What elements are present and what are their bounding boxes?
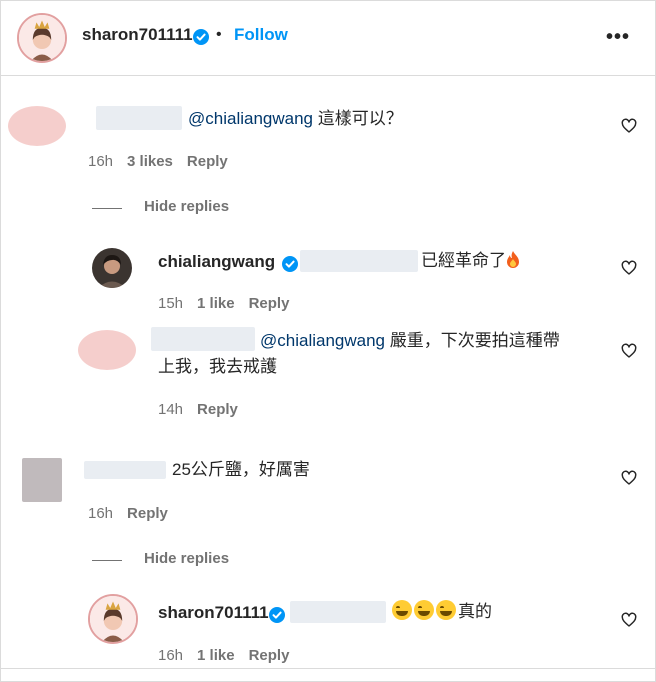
reply-button[interactable]: Reply [249, 295, 290, 312]
verified-badge-icon [282, 256, 298, 272]
redacted-username [151, 327, 255, 351]
comment-meta: 15h 1 like Reply [158, 295, 303, 312]
like-count[interactable]: 3 likes [127, 153, 173, 170]
redacted-text [300, 250, 418, 272]
heart-icon[interactable] [621, 612, 637, 628]
comment-time: 16h [88, 153, 114, 170]
avatar[interactable] [22, 458, 62, 502]
divider [0, 668, 656, 669]
avatar[interactable] [92, 248, 132, 288]
reply-button[interactable]: Reply [197, 401, 238, 418]
comment-text: 已經革命了 [421, 248, 520, 274]
reply-button[interactable]: Reply [187, 153, 228, 170]
comment-time: 14h [158, 401, 184, 418]
grinning-sweat-emoji [392, 600, 412, 620]
divider [92, 560, 122, 561]
reply-button[interactable]: Reply [127, 505, 168, 522]
grinning-sweat-emoji [414, 600, 434, 620]
username[interactable]: sharon701111 [82, 25, 193, 45]
comment-text: 真的 [392, 599, 492, 625]
verified-badge-icon [269, 607, 285, 623]
hide-replies-button[interactable]: Hide replies [144, 550, 229, 567]
comment-meta: 16h Reply [88, 505, 182, 522]
separator-dot: • [216, 26, 222, 43]
grinning-sweat-emoji [436, 600, 456, 620]
comment-text: @chialiangwang 這樣可以？ [188, 109, 403, 128]
comment-time: 16h [88, 505, 114, 522]
comment-meta: 14h Reply [158, 401, 252, 418]
comment-time: 15h [158, 295, 184, 312]
heart-icon[interactable] [621, 260, 637, 276]
avatar[interactable] [8, 106, 66, 146]
verified-badge-icon [193, 29, 209, 45]
username[interactable]: sharon701111 [158, 603, 269, 623]
heart-icon[interactable] [621, 343, 637, 359]
comment-text: 25公斤鹽，好厲害 [172, 460, 310, 479]
avatar[interactable] [17, 13, 67, 63]
post-header: sharon701111 • Follow ••• [0, 0, 656, 76]
follow-button[interactable]: Follow [234, 25, 288, 45]
avatar[interactable] [88, 594, 138, 644]
like-count[interactable]: 1 like [197, 295, 235, 312]
comment-meta: 16h 3 likes Reply [88, 153, 242, 170]
redacted-text [290, 601, 386, 623]
redacted-username [84, 461, 166, 479]
comment-text-continued: 上我，我去戒護 [158, 357, 277, 376]
like-count[interactable]: 1 like [197, 647, 235, 664]
fire-emoji [507, 251, 519, 268]
divider [92, 208, 122, 209]
more-options-icon[interactable]: ••• [606, 26, 630, 49]
username[interactable]: chialiangwang [158, 252, 275, 272]
heart-icon[interactable] [621, 118, 637, 134]
heart-icon[interactable] [621, 470, 637, 486]
redacted-username [96, 106, 182, 130]
hide-replies-button[interactable]: Hide replies [144, 198, 229, 215]
mention-link[interactable]: @chialiangwang [260, 331, 385, 350]
reply-button[interactable]: Reply [249, 647, 290, 664]
comment-time: 16h [158, 647, 184, 664]
mention-link[interactable]: @chialiangwang [188, 109, 313, 128]
avatar[interactable] [78, 330, 136, 370]
comment-text: @chialiangwang 嚴重，下次要拍這種帶 [260, 331, 560, 350]
comment-meta: 16h 1 like Reply [158, 647, 303, 664]
